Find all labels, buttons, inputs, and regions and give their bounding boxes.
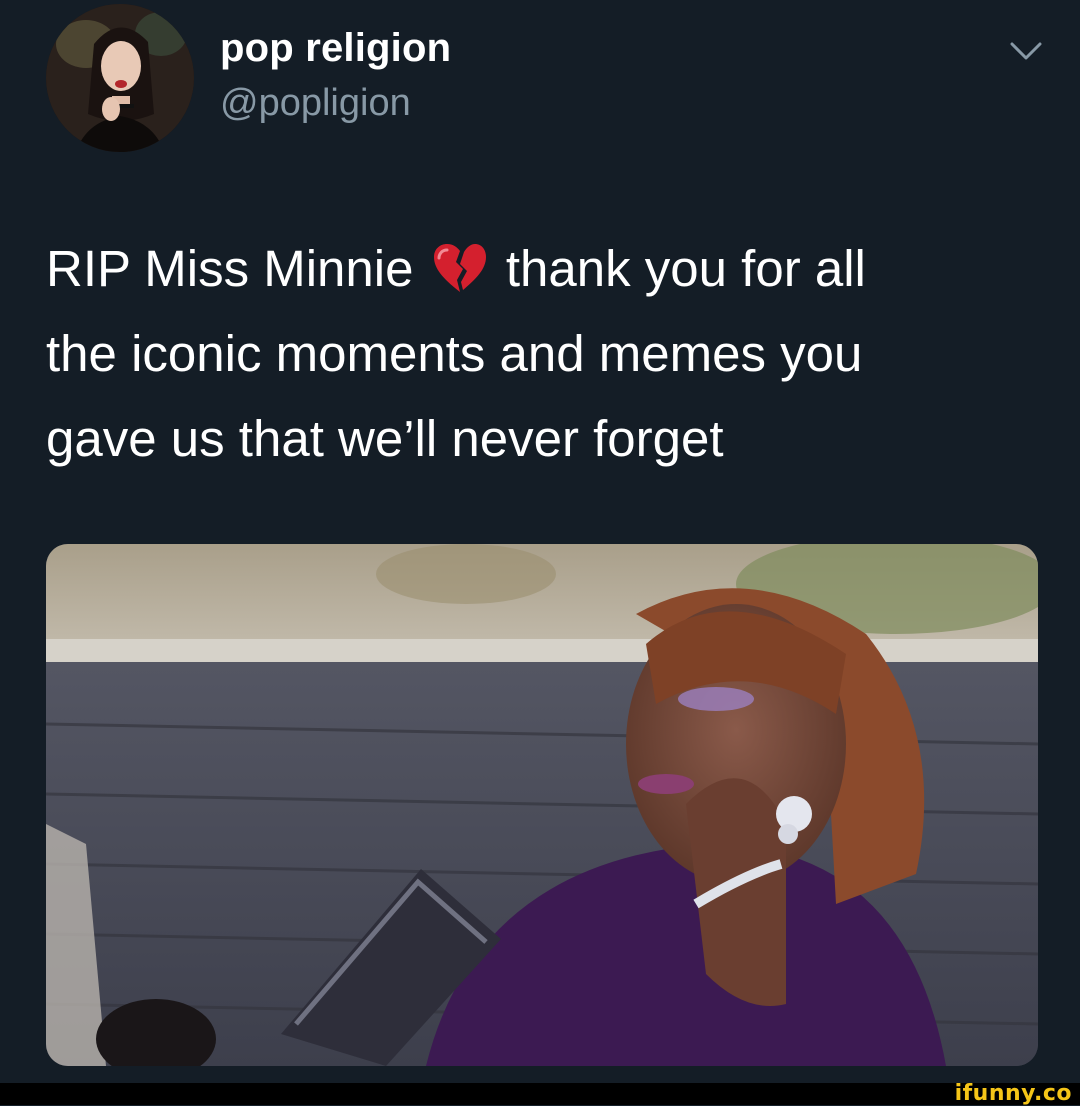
ifunny-watermark[interactable]: ifunny.co — [955, 1081, 1072, 1106]
tweet-text-part: RIP Miss Minnie — [46, 240, 414, 297]
user-handle[interactable]: @popligion — [220, 82, 411, 125]
tweet-media-photo[interactable] — [46, 544, 1038, 1066]
tweet-text-line-1: RIP Miss Minnie thank you for all — [46, 226, 1046, 311]
avatar[interactable] — [46, 4, 194, 152]
display-name[interactable]: pop religion — [220, 26, 451, 71]
tweet-text-part: thank you for all — [505, 240, 866, 297]
tweet-card: pop religion @popligion RIP Miss Minnie … — [0, 0, 1080, 1083]
tweet-text: RIP Miss Minnie thank you for all the ic… — [46, 226, 1046, 481]
tweet-text-line-3: gave us that we’ll never forget — [46, 410, 724, 467]
footer-bar — [0, 1083, 1080, 1105]
chevron-down-icon[interactable] — [1006, 36, 1046, 66]
tweet-text-line-2: the iconic moments and memes you — [46, 325, 863, 382]
photo-image — [46, 544, 1038, 1066]
broken-heart-icon — [433, 244, 486, 292]
avatar-image — [46, 4, 194, 152]
